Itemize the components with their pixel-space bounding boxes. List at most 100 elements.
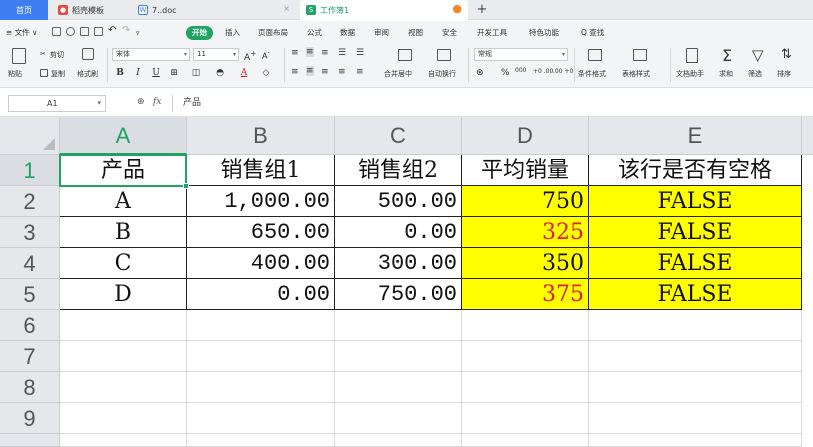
thousands-separator-button[interactable]: 000 <box>515 67 526 74</box>
empty-cell[interactable] <box>589 403 802 434</box>
format-painter-button[interactable]: 格式刷 <box>77 69 98 79</box>
print-icon[interactable] <box>80 27 89 36</box>
align-left-icon[interactable]: ≡ <box>291 67 299 77</box>
tab-start[interactable]: 开始 <box>186 26 213 40</box>
align-right-icon[interactable]: ≡ <box>321 67 329 77</box>
cell-e4[interactable]: FALSE <box>589 248 802 279</box>
cell-a5[interactable]: D <box>60 279 187 310</box>
tab-security[interactable]: 安全 <box>442 26 457 40</box>
cell-b1[interactable]: 销售组1 <box>187 155 335 186</box>
empty-cell[interactable] <box>60 372 187 403</box>
underline-button[interactable]: U <box>150 67 162 79</box>
tab-doc[interactable]: W 7..doc × <box>132 0 296 20</box>
empty-cell[interactable] <box>462 341 589 372</box>
empty-cell[interactable] <box>335 434 462 447</box>
align-bottom-icon[interactable]: ≡ <box>321 48 329 58</box>
search-button[interactable]: Q 查找 <box>581 26 604 40</box>
font-color-icon[interactable]: A <box>238 67 250 79</box>
row-header-10[interactable] <box>0 434 60 447</box>
cell-b2[interactable]: 1,000.00 <box>187 186 335 217</box>
tab-page-layout[interactable]: 页面布局 <box>258 26 288 40</box>
cell-c2[interactable]: 500.00 <box>335 186 462 217</box>
unsaved-dot-icon[interactable]: ● <box>452 2 462 15</box>
chevron-down-icon[interactable]: ▿ <box>136 26 140 40</box>
filter-icon[interactable]: ▽ <box>752 46 764 64</box>
tab-data[interactable]: 数据 <box>340 26 355 40</box>
empty-cell[interactable] <box>462 403 589 434</box>
file-menu[interactable]: ≡ 文件 ∨ <box>6 26 38 40</box>
row-header-3[interactable]: 3 <box>0 217 60 248</box>
cell-d1[interactable]: 平均销量 <box>462 155 589 186</box>
cell-c4[interactable]: 300.00 <box>335 248 462 279</box>
align-middle-icon[interactable]: ≡ <box>306 47 314 57</box>
empty-cell[interactable] <box>187 372 335 403</box>
row-header-9[interactable]: 9 <box>0 403 60 434</box>
format-painter-icon[interactable] <box>82 48 94 60</box>
empty-cell[interactable] <box>462 434 589 447</box>
new-tab-button[interactable]: + <box>474 1 490 19</box>
cell-b4[interactable]: 400.00 <box>187 248 335 279</box>
cell-c1[interactable]: 销售组2 <box>335 155 462 186</box>
border-icon[interactable]: ⊞ <box>168 67 180 79</box>
table-style-button[interactable]: 表格样式 <box>622 69 650 79</box>
cell-a4[interactable]: C <box>60 248 187 279</box>
cell-d4[interactable]: 350 <box>462 248 589 279</box>
scissors-icon[interactable]: ✂ <box>40 50 46 58</box>
doc-helper-button[interactable]: 文档助手 <box>676 69 704 79</box>
empty-cell[interactable] <box>335 341 462 372</box>
cell-b5[interactable]: 0.00 <box>187 279 335 310</box>
paste-icon[interactable] <box>12 48 26 64</box>
align-center-icon[interactable]: ≡ <box>306 66 314 76</box>
tab-home[interactable]: 首页 <box>0 0 48 20</box>
empty-cell[interactable] <box>60 434 187 447</box>
row-header-6[interactable]: 6 <box>0 310 60 341</box>
tab-formulas[interactable]: 公式 <box>307 26 322 40</box>
conditional-format-button[interactable]: 条件格式 <box>578 69 606 79</box>
row-header-4[interactable]: 4 <box>0 248 60 279</box>
conditional-format-icon[interactable] <box>588 49 602 61</box>
font-size-select[interactable]: 11 ▾ <box>193 48 239 61</box>
empty-cell[interactable] <box>335 403 462 434</box>
tab-review[interactable]: 审阅 <box>374 26 389 40</box>
empty-cell[interactable] <box>60 341 187 372</box>
indent-decrease-icon[interactable]: ☰ <box>338 48 346 58</box>
cell-d5[interactable]: 375 <box>462 279 589 310</box>
cell-a3[interactable]: B <box>60 217 187 248</box>
table-style-icon[interactable] <box>633 49 647 61</box>
merge-center-icon[interactable] <box>398 49 412 61</box>
justify-icon[interactable]: ≡ <box>338 67 346 77</box>
cell-b3[interactable]: 650.00 <box>187 217 335 248</box>
cell-e3[interactable]: FALSE <box>589 217 802 248</box>
print-preview-icon[interactable] <box>94 27 103 36</box>
wrap-text-button[interactable]: 自动换行 <box>428 69 456 79</box>
empty-cell[interactable] <box>335 310 462 341</box>
redo-icon[interactable]: ↷ <box>122 24 130 38</box>
cell-d3[interactable]: 325 <box>462 217 589 248</box>
tab-insert[interactable]: 插入 <box>225 26 240 40</box>
row-header-2[interactable]: 2 <box>0 186 60 217</box>
decrease-font-icon[interactable]: A- <box>262 49 270 61</box>
empty-cell[interactable] <box>589 310 802 341</box>
zoom-search-icon[interactable]: ⊕ <box>137 97 145 107</box>
tab-workbook[interactable]: S 工作簿1 ● <box>300 0 468 20</box>
column-header-e[interactable]: E <box>589 117 802 155</box>
cell-a1[interactable]: 产品 <box>60 155 187 186</box>
distribute-icon[interactable]: ≡ <box>356 67 364 77</box>
font-name-select[interactable]: 宋体 ▾ <box>112 48 190 61</box>
name-box[interactable]: A1 ▾ <box>8 95 106 112</box>
tab-daoke-templates[interactable]: ● 稻壳模板 <box>52 0 128 20</box>
cut-button[interactable]: 剪切 <box>50 50 64 60</box>
tab-developer[interactable]: 开发工具 <box>477 26 507 40</box>
undo-history-icon[interactable] <box>66 27 75 36</box>
paste-button[interactable]: 粘贴 <box>8 69 22 79</box>
empty-cell[interactable] <box>589 434 802 447</box>
number-format-select[interactable]: 常规 ▾ <box>474 48 568 61</box>
empty-cell[interactable] <box>187 341 335 372</box>
row-header-8[interactable]: 8 <box>0 372 60 403</box>
currency-icon[interactable]: ⊛ <box>476 68 484 78</box>
empty-cell[interactable] <box>187 434 335 447</box>
fill-color-icon[interactable]: ◫ <box>190 67 202 79</box>
filter-button[interactable]: 筛选 <box>748 69 762 79</box>
undo-icon[interactable]: ↶ <box>108 24 116 38</box>
close-tab-icon[interactable]: × <box>283 4 290 13</box>
